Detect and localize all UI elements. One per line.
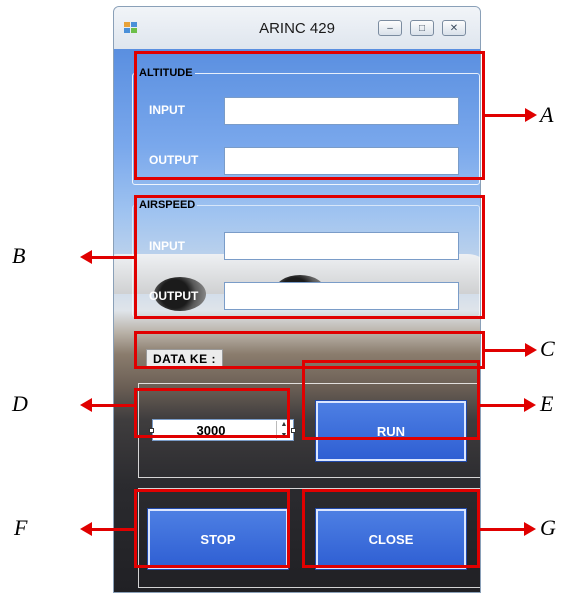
altitude-input-label: INPUT xyxy=(149,103,185,117)
maximize-icon: □ xyxy=(418,22,426,34)
annotation-label-a: A xyxy=(540,102,554,127)
altitude-legend: ALTITUDE xyxy=(139,67,193,79)
altitude-input-field[interactable] xyxy=(224,97,459,125)
annotation-arrow-g xyxy=(480,522,536,536)
annotation-label-c: C xyxy=(540,336,555,361)
annotation-arrow-c xyxy=(485,343,537,357)
app-window: ARINC 429 – □ ✕ ALTITUDE INPUT OUTPUT AI… xyxy=(113,6,481,593)
altitude-output-field[interactable] xyxy=(224,147,459,175)
stop-button[interactable]: STOP xyxy=(147,508,289,570)
annotation-arrow-b xyxy=(80,250,134,264)
airspeed-output-field[interactable] xyxy=(224,282,459,310)
annotation-label-f: F xyxy=(14,515,28,540)
form-client-area: ALTITUDE INPUT OUTPUT AIRSPEED INPUT OUT… xyxy=(114,49,480,592)
spinner-arrows-icon[interactable]: ▲ ▼ xyxy=(276,421,291,439)
numeric-value: 3000 xyxy=(196,423,226,438)
resize-handle[interactable] xyxy=(291,428,296,433)
annotation-label-b: B xyxy=(12,243,26,268)
resize-handle[interactable] xyxy=(149,428,154,433)
annotation-label-d: D xyxy=(12,391,28,416)
close-icon: ✕ xyxy=(449,22,459,34)
run-button[interactable]: RUN xyxy=(315,400,467,462)
airspeed-output-label: OUTPUT xyxy=(149,289,199,303)
annotation-arrow-d xyxy=(80,398,134,412)
title-bar[interactable]: ARINC 429 – □ ✕ xyxy=(114,7,480,50)
annotation-label-e: E xyxy=(540,391,554,416)
airspeed-input-label: INPUT xyxy=(149,239,185,253)
close-button[interactable]: CLOSE xyxy=(315,508,467,570)
close-window-button[interactable]: ✕ xyxy=(442,20,466,36)
numeric-updown[interactable]: 3000 ▲ ▼ xyxy=(152,419,294,441)
altitude-output-label: OUTPUT xyxy=(149,153,199,167)
maximize-button[interactable]: □ xyxy=(410,20,434,36)
airspeed-legend: AIRSPEED xyxy=(139,199,196,211)
minimize-button[interactable]: – xyxy=(378,20,402,36)
airspeed-input-field[interactable] xyxy=(224,232,459,260)
annotation-arrow-e xyxy=(480,398,536,412)
annotation-label-g: G xyxy=(540,515,556,540)
minimize-icon: – xyxy=(387,22,393,34)
annotation-arrow-a xyxy=(485,108,537,122)
data-ke-label: DATA KE : xyxy=(146,349,223,369)
annotation-arrow-f xyxy=(80,522,134,536)
